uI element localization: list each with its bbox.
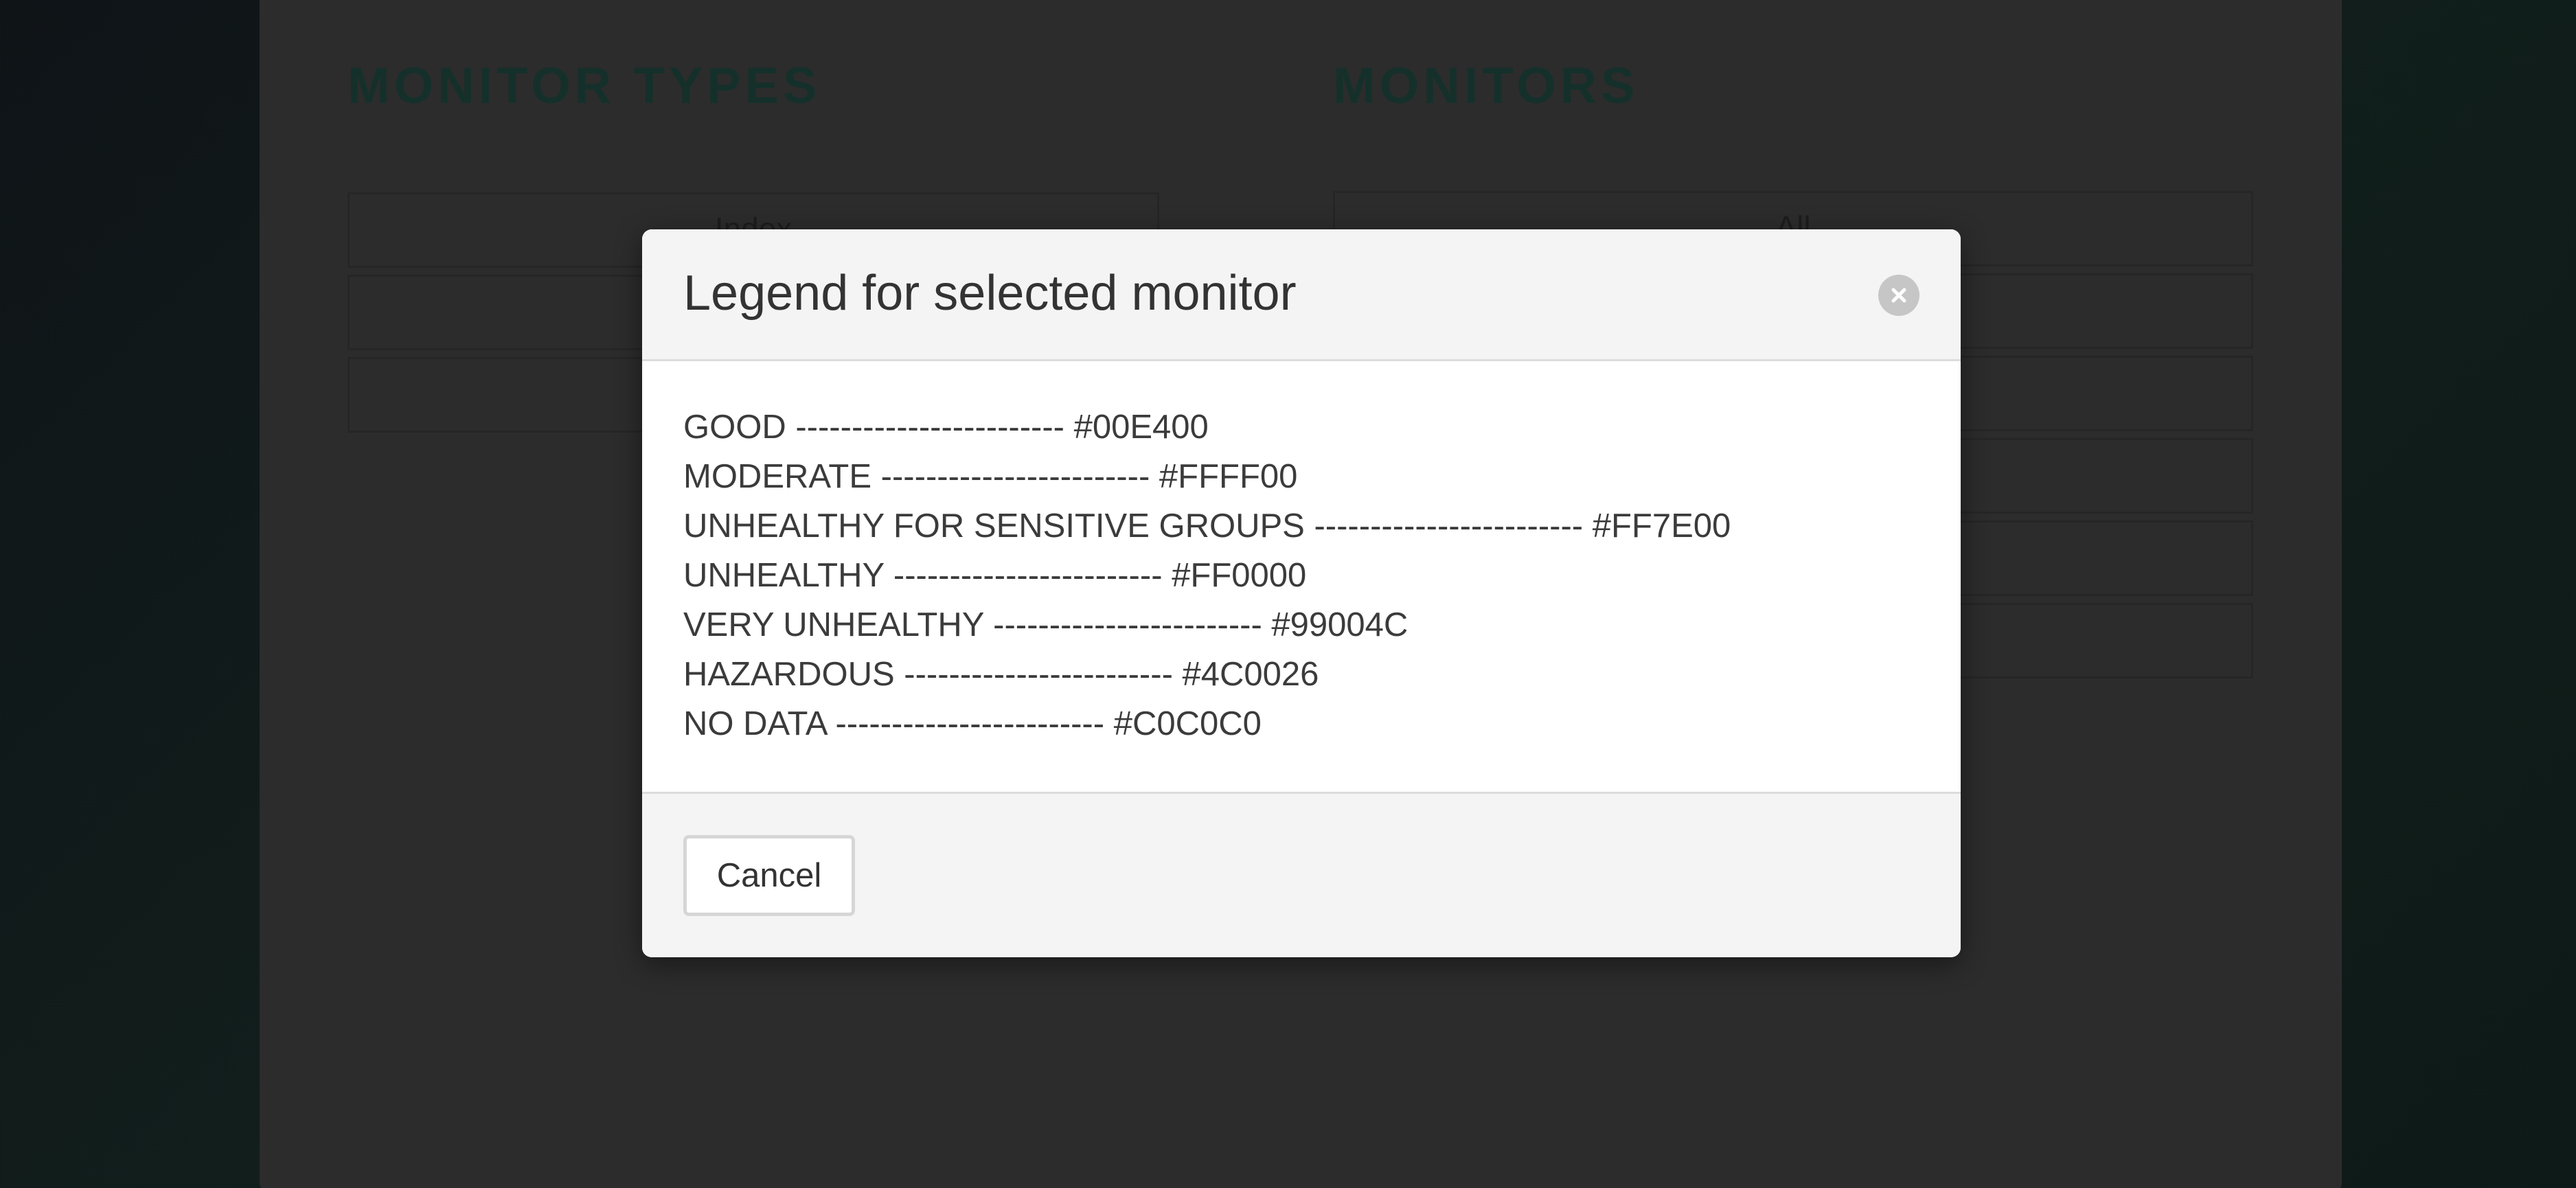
legend-item-very-unhealthy: VERY UNHEALTHY ------------------------ … xyxy=(683,600,1961,650)
legend-item-unhealthy-sensitive: UNHEALTHY FOR SENSITIVE GROUPS ---------… xyxy=(683,501,1961,551)
legend-color: #99004C xyxy=(1271,606,1409,643)
legend-color: #00E400 xyxy=(1073,409,1209,446)
modal-body: GOOD ------------------------ #00E400 MO… xyxy=(642,361,1961,792)
legend-color: #FFFF00 xyxy=(1159,458,1298,495)
modal-title: Legend for selected monitor xyxy=(683,266,1297,321)
legend-item-moderate: MODERATE ------------------------ #FFFF0… xyxy=(683,452,1961,501)
close-button[interactable] xyxy=(1878,275,1919,316)
legend-separator: ------------------------ xyxy=(993,606,1262,643)
modal-header: Legend for selected monitor xyxy=(642,229,1961,361)
legend-color: #FF0000 xyxy=(1172,557,1307,594)
legend-label: VERY UNHEALTHY xyxy=(683,606,984,643)
modal-footer: Cancel xyxy=(642,792,1961,957)
legend-label: MODERATE xyxy=(683,458,872,495)
legend-item-no-data: NO DATA ------------------------ #C0C0C0 xyxy=(683,699,1961,749)
legend-separator: ------------------------ xyxy=(893,557,1163,594)
legend-item-good: GOOD ------------------------ #00E400 xyxy=(683,402,1961,452)
legend-label: HAZARDOUS xyxy=(683,656,895,693)
legend-label: UNHEALTHY xyxy=(683,557,885,594)
legend-separator: ------------------------ xyxy=(880,458,1150,495)
legend-item-hazardous: HAZARDOUS ------------------------ #4C00… xyxy=(683,650,1961,699)
legend-separator: ------------------------ xyxy=(1314,507,1584,545)
legend-label: NO DATA xyxy=(683,705,826,742)
legend-item-unhealthy: UNHEALTHY ------------------------ #FF00… xyxy=(683,551,1961,600)
cancel-button[interactable]: Cancel xyxy=(683,835,855,916)
legend-separator: ------------------------ xyxy=(835,705,1105,742)
legend-separator: ------------------------ xyxy=(795,409,1064,446)
legend-label: UNHEALTHY FOR SENSITIVE GROUPS xyxy=(683,507,1305,545)
legend-color: #FF7E00 xyxy=(1592,507,1731,545)
legend-modal: Legend for selected monitor GOOD -------… xyxy=(642,229,1961,957)
legend-label: GOOD xyxy=(683,409,786,446)
legend-separator: ------------------------ xyxy=(904,656,1173,693)
close-icon xyxy=(1891,288,1906,303)
legend-color: #4C0026 xyxy=(1182,656,1319,693)
legend-color: #C0C0C0 xyxy=(1113,705,1262,742)
